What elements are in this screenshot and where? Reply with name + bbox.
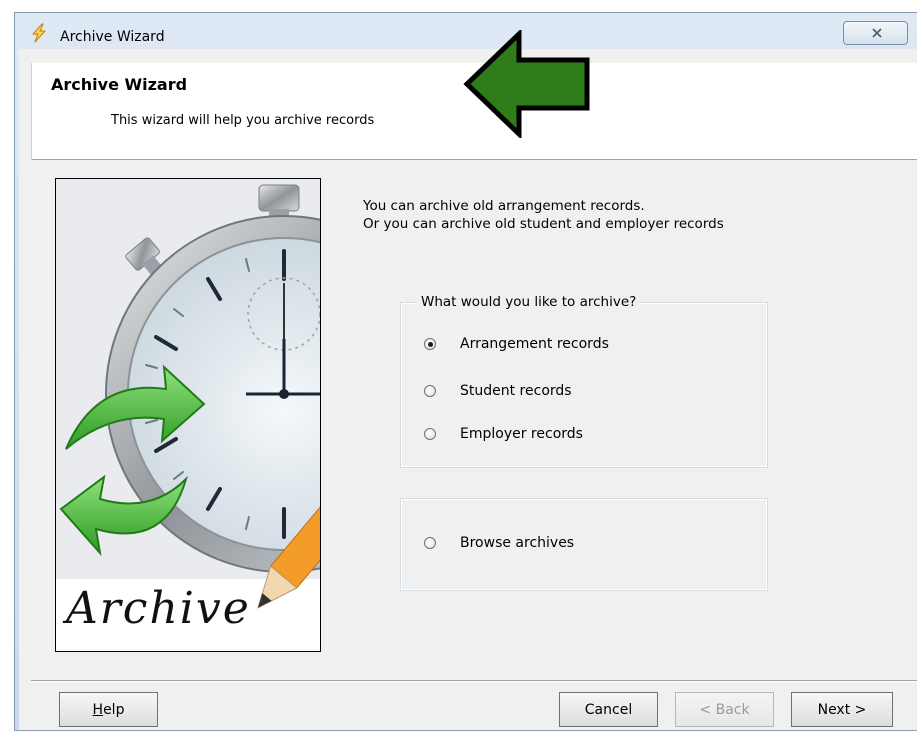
radio-label: Arrangement records bbox=[460, 336, 609, 352]
cancel-button[interactable]: Cancel bbox=[559, 692, 658, 727]
radio-button[interactable] bbox=[424, 428, 436, 440]
green-arrow-icon bbox=[463, 30, 590, 138]
radio-student-records[interactable]: Student records bbox=[424, 382, 572, 400]
close-icon bbox=[872, 28, 882, 38]
close-button[interactable] bbox=[843, 21, 908, 45]
radio-button[interactable] bbox=[424, 385, 436, 397]
help-button[interactable]: Help bbox=[59, 692, 158, 727]
wizard-client-area: Archive Wizard This wizard will help you… bbox=[19, 49, 917, 730]
intro-line-2: Or you can archive old student and emplo… bbox=[363, 216, 724, 232]
radio-button[interactable] bbox=[424, 537, 436, 549]
archive-type-legend: What would you like to archive? bbox=[417, 294, 641, 310]
next-button[interactable]: Next > bbox=[791, 692, 893, 727]
header-subtitle: This wizard will help you archive record… bbox=[111, 113, 375, 128]
window-title: Archive Wizard bbox=[60, 29, 165, 45]
radio-arrangement-records[interactable]: Arrangement records bbox=[424, 335, 609, 353]
radio-label: Student records bbox=[460, 383, 572, 399]
radio-browse-archives[interactable]: Browse archives bbox=[424, 534, 574, 552]
lightning-icon bbox=[32, 23, 46, 43]
intro-text: You can archive old arrangement records.… bbox=[363, 197, 724, 233]
header-title: Archive Wizard bbox=[51, 75, 188, 94]
radio-label: Employer records bbox=[460, 426, 583, 442]
archive-illustration: Archive bbox=[55, 178, 321, 652]
help-button-label: Help bbox=[92, 701, 125, 718]
footer-divider bbox=[31, 680, 917, 682]
back-button[interactable]: < Back bbox=[675, 692, 774, 727]
radio-button[interactable] bbox=[424, 338, 436, 350]
stopwatch-illustration-icon bbox=[56, 179, 320, 651]
radio-label: Browse archives bbox=[460, 535, 575, 551]
intro-line-1: You can archive old arrangement records. bbox=[363, 198, 645, 214]
radio-employer-records[interactable]: Employer records bbox=[424, 425, 583, 443]
archive-caption: Archive bbox=[66, 583, 251, 634]
